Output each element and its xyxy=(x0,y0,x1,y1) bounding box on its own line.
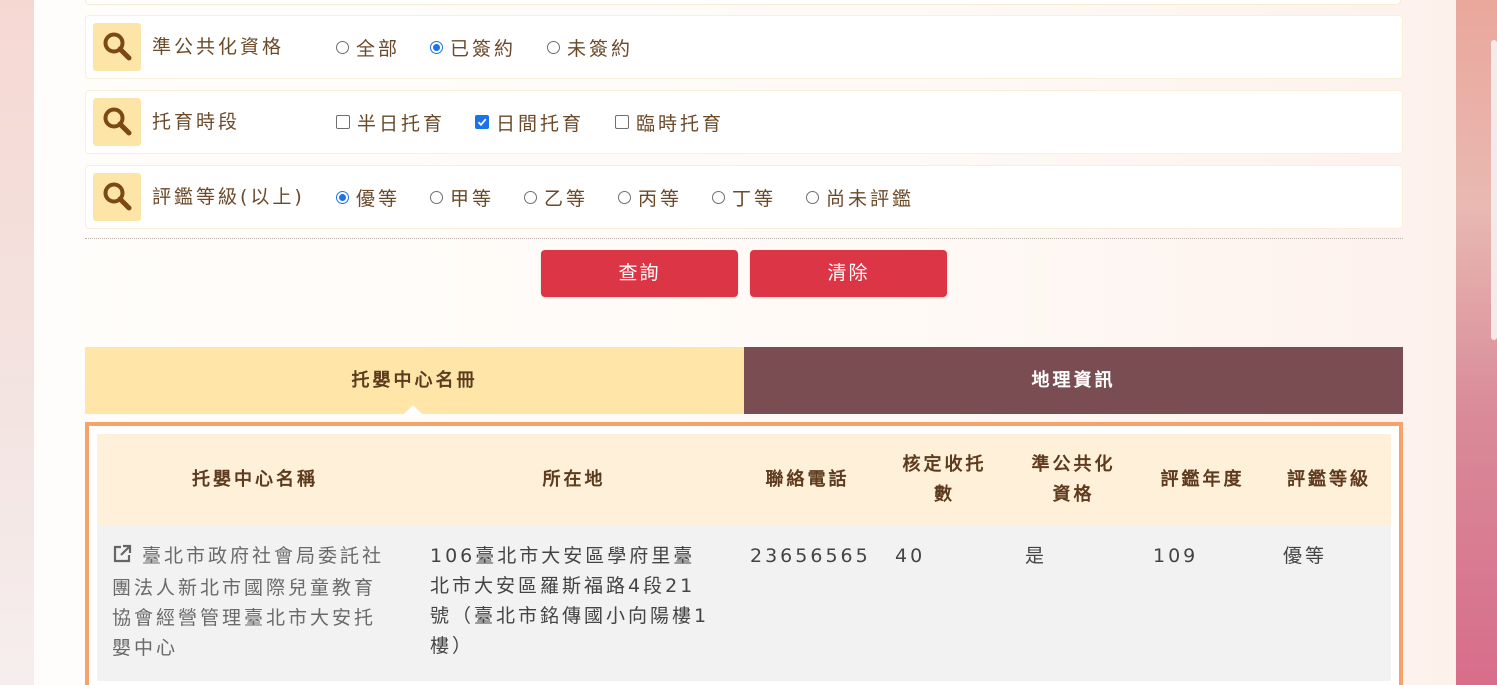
column-header-eval-level: 評鑑等級 xyxy=(1267,434,1391,525)
table-header: 托嬰中心名稱 所在地 聯絡電話 核定收托 數 準公共化 資格 評鑑年度 評鑑等級 xyxy=(97,434,1391,525)
center-phone: 23656565 xyxy=(750,545,871,567)
radio-option-not-evaluated[interactable]: 尚未評鑑 xyxy=(806,166,914,228)
previous-filter-row-edge xyxy=(85,0,1401,5)
tab-label: 地理資訊 xyxy=(1031,370,1116,391)
page-background-right xyxy=(1456,0,1497,685)
radio-option-grade-c[interactable]: 丙等 xyxy=(618,166,682,228)
option-label: 臨時托育 xyxy=(636,112,725,135)
search-icon xyxy=(93,23,141,71)
column-header-phone: 聯絡電話 xyxy=(735,434,880,525)
filter-row-evaluation-level: 評鑑等級(以上) 優等 甲等 乙等 丙等 丁等 尚未評鑑 xyxy=(85,165,1403,229)
center-name-line: 嬰中心 xyxy=(112,637,179,659)
radio-option-grade-b[interactable]: 乙等 xyxy=(524,166,588,228)
external-link-icon xyxy=(112,543,132,573)
search-icon xyxy=(93,98,141,146)
radio-button[interactable] xyxy=(547,40,560,54)
radio-option-excellent[interactable]: 優等 xyxy=(336,166,400,228)
location-line: 樓） xyxy=(430,635,475,657)
checkbox-option-temporary[interactable]: 臨時托育 xyxy=(615,91,724,153)
filter-row-public-qualification: 準公共化資格 全部 已簽約 未簽約 xyxy=(85,15,1403,79)
option-label: 全部 xyxy=(356,37,401,60)
checkbox-option-daytime[interactable]: 日間托育 xyxy=(475,91,584,153)
tab-center-roster[interactable]: 托嬰中心名冊 xyxy=(85,347,744,415)
checkbox-option-half-day[interactable]: 半日托育 xyxy=(336,91,445,153)
filter-label: 評鑑等級(以上) xyxy=(152,186,305,208)
location-line: 106臺北市大安區學府里臺 xyxy=(430,545,696,567)
location-line: 北市大安區羅斯福路4段21 xyxy=(430,575,696,597)
radio-button[interactable] xyxy=(618,190,631,204)
header-text: 托嬰中心名稱 xyxy=(192,468,318,490)
option-label: 乙等 xyxy=(544,187,589,210)
checkmark-icon xyxy=(477,118,487,127)
search-button[interactable]: 查詢 xyxy=(541,250,738,297)
radio-option-grade-d[interactable]: 丁等 xyxy=(712,166,776,228)
option-label: 已簽約 xyxy=(450,37,517,60)
divider xyxy=(85,238,1403,239)
column-header-name: 托嬰中心名稱 xyxy=(97,434,413,525)
column-header-location: 所在地 xyxy=(413,434,735,525)
option-label: 優等 xyxy=(356,187,401,210)
radio-button[interactable] xyxy=(712,190,725,204)
radio-button[interactable] xyxy=(806,190,819,204)
radio-button[interactable] xyxy=(336,190,349,204)
center-capacity: 40 xyxy=(895,545,926,567)
radio-button[interactable] xyxy=(524,190,537,204)
center-name-line: 臺北市政府社會局委託社 xyxy=(142,545,385,567)
header-text: 資格 xyxy=(1052,483,1095,505)
decorative-strip xyxy=(1491,40,1497,340)
evaluation-level: 優等 xyxy=(1283,545,1328,567)
clear-button[interactable]: 清除 xyxy=(750,250,947,297)
option-label: 半日托育 xyxy=(357,112,446,135)
search-icon xyxy=(93,173,141,221)
checkbox[interactable] xyxy=(336,115,350,129)
center-name-link[interactable]: 臺北市政府社會局委託社 團法人新北市國際兒童教育 協會經營管理臺北市大安托 嬰中… xyxy=(112,541,407,663)
active-tab-pointer xyxy=(403,405,423,415)
center-location: 106臺北市大安區學府里臺 北市大安區羅斯福路4段21 號（臺北市銘傳國小向陽樓… xyxy=(430,541,735,661)
filter-label: 托育時段 xyxy=(152,111,241,133)
evaluation-year: 109 xyxy=(1153,545,1199,567)
radio-option-all[interactable]: 全部 xyxy=(336,16,400,78)
header-text: 聯絡電話 xyxy=(765,468,850,490)
table-row: 臺北市政府社會局委託社 團法人新北市國際兒童教育 協會經營管理臺北市大安托 嬰中… xyxy=(97,525,1391,681)
radio-option-unsigned[interactable]: 未簽約 xyxy=(547,16,633,78)
column-header-eval-year: 評鑑年度 xyxy=(1138,434,1267,525)
option-label: 甲等 xyxy=(450,187,495,210)
radio-option-grade-a[interactable]: 甲等 xyxy=(430,166,494,228)
tab-label: 托嬰中心名冊 xyxy=(351,370,478,391)
option-label: 丁等 xyxy=(732,187,777,210)
header-text: 評鑑等級 xyxy=(1287,468,1371,490)
header-text: 數 xyxy=(934,483,955,505)
option-label: 日間托育 xyxy=(496,112,585,135)
results-table: 托嬰中心名稱 所在地 聯絡電話 核定收托 數 準公共化 資格 評鑑年度 評鑑等級 xyxy=(85,422,1403,685)
radio-button[interactable] xyxy=(430,40,443,54)
column-header-capacity: 核定收托 數 xyxy=(880,434,1009,525)
column-header-public: 準公共化 資格 xyxy=(1009,434,1138,525)
checkbox[interactable] xyxy=(615,115,629,129)
option-label: 未簽約 xyxy=(567,37,634,60)
header-text: 核定收托 xyxy=(902,453,987,475)
location-line: 號（臺北市銘傳國小向陽樓1 xyxy=(430,605,710,627)
header-text: 評鑑年度 xyxy=(1160,468,1245,490)
checkbox[interactable] xyxy=(475,115,489,129)
public-qualification-value: 是 xyxy=(1025,545,1048,567)
filter-row-care-period: 托育時段 半日托育 日間托育 臨時托育 xyxy=(85,90,1403,154)
radio-button[interactable] xyxy=(336,40,349,54)
header-text: 準公共化 xyxy=(1031,453,1116,475)
header-text: 所在地 xyxy=(542,468,606,490)
radio-option-signed[interactable]: 已簽約 xyxy=(430,16,516,78)
center-name-line: 團法人新北市國際兒童教育 xyxy=(112,577,377,599)
radio-button[interactable] xyxy=(430,190,443,204)
page-background-left xyxy=(0,0,34,685)
option-label: 尚未評鑑 xyxy=(826,187,915,210)
center-name-line: 協會經營管理臺北市大安托 xyxy=(112,607,377,629)
tab-geographic-info[interactable]: 地理資訊 xyxy=(744,347,1403,414)
filter-label: 準公共化資格 xyxy=(152,36,285,58)
option-label: 丙等 xyxy=(638,187,683,210)
